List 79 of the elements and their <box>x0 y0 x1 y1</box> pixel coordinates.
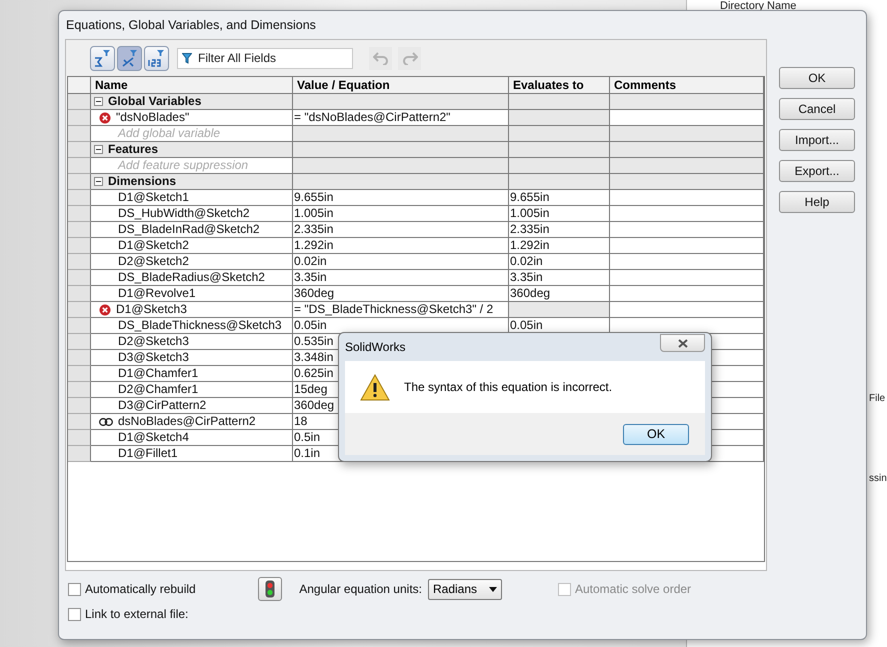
table-cell: 1.292in <box>509 238 610 254</box>
chain-link-icon <box>99 418 113 426</box>
table-cell: 9.655in <box>509 190 610 206</box>
view-filter-button[interactable] <box>144 46 169 70</box>
dialog-button[interactable]: Help <box>779 191 855 213</box>
dialog-button[interactable]: Import... <box>779 129 855 151</box>
table-cell: D1@Sketch1 <box>91 190 293 206</box>
auto-rebuild-checkbox[interactable]: Automatically rebuild <box>68 582 258 596</box>
caret-icon <box>489 586 497 592</box>
table-cell: D3@CirPattern2 <box>91 398 293 414</box>
collapse-icon[interactable] <box>94 177 103 186</box>
redo-icon <box>402 51 418 65</box>
rebuild-traffic-light-button[interactable] <box>258 577 282 601</box>
column-header: Evaluates to <box>509 77 610 94</box>
table-cell: 2.335in <box>293 222 509 238</box>
filter-icon <box>147 48 166 68</box>
table-cell: D2@Sketch3 <box>91 334 293 350</box>
table-cell: 360deg <box>509 286 610 302</box>
error-icon <box>99 304 111 316</box>
column-header: Name <box>91 77 293 94</box>
collapse-icon[interactable] <box>94 97 103 106</box>
table-cell: DS_BladeRadius@Sketch2 <box>91 270 293 286</box>
group-row-label[interactable]: Global Variables <box>91 94 293 110</box>
background-label: ssin <box>869 473 887 484</box>
view-filter-button[interactable] <box>117 46 142 70</box>
collapse-icon[interactable] <box>94 145 103 154</box>
group-row-label[interactable]: Dimensions <box>91 174 293 190</box>
table-cell: D1@Revolve1 <box>91 286 293 302</box>
table-cell: 1.005in <box>293 206 509 222</box>
filter-field[interactable]: Filter All Fields <box>177 48 353 68</box>
close-icon <box>678 338 688 348</box>
table-cell: D2@Sketch2 <box>91 254 293 270</box>
table-cell: 3.35in <box>509 270 610 286</box>
table-cell: D1@Chamfer1 <box>91 366 293 382</box>
ok-button[interactable]: OK <box>623 424 689 444</box>
table-cell: dsNoBlades@CirPattern2 <box>91 414 293 430</box>
group-row-label[interactable]: Features <box>91 142 293 158</box>
table-cell: 9.655in <box>293 190 509 206</box>
table-cell: 3.35in <box>293 270 509 286</box>
filter-placeholder: Filter All Fields <box>198 51 276 65</box>
table-cell: 0.02in <box>293 254 509 270</box>
table-cell: D1@Sketch3 <box>91 302 293 318</box>
table-cell: D2@Chamfer1 <box>91 382 293 398</box>
undo-icon <box>372 51 388 65</box>
error-icon <box>99 112 111 124</box>
view-filter-button[interactable] <box>90 46 115 70</box>
table-cell: D1@Fillet1 <box>91 446 293 462</box>
window-title: Equations, Global Variables, and Dimensions <box>65 17 317 34</box>
warning-icon <box>360 374 390 400</box>
table-cell: 1.292in <box>293 238 509 254</box>
table-cell: DS_BladeThickness@Sketch3 <box>91 318 293 334</box>
dialog-button[interactable]: OK <box>779 67 855 89</box>
angular-units-dropdown[interactable]: Radians <box>428 578 502 600</box>
table-cell: DS_HubWidth@Sketch2 <box>91 206 293 222</box>
background-label: File <box>869 393 886 404</box>
table-cell: D3@Sketch3 <box>91 350 293 366</box>
table-cell: 0.02in <box>509 254 610 270</box>
traffic-light-icon <box>265 580 275 598</box>
table-cell: "dsNoBlades" <box>91 110 293 126</box>
table-cell: 0.05in <box>293 318 509 334</box>
table-cell: D1@Sketch2 <box>91 238 293 254</box>
table-cell: = "DS_BladeThickness@Sketch3" / 2 <box>293 302 509 318</box>
column-header: Value / Equation <box>293 77 509 94</box>
filter-icon <box>93 48 112 68</box>
table-cell: 360deg <box>293 286 509 302</box>
table-cell: D1@Sketch4 <box>91 430 293 446</box>
table-cell: 1.005in <box>509 206 610 222</box>
dialog-button[interactable]: Cancel <box>779 98 855 120</box>
column-header: Comments <box>610 77 764 94</box>
dialog-button[interactable]: Export... <box>779 160 855 182</box>
close-button[interactable] <box>660 334 705 352</box>
table-cell: = "dsNoBlades@CirPattern2" <box>293 110 509 126</box>
link-file-checkbox[interactable]: Link to external file: <box>68 607 258 621</box>
angular-units-label: Angular equation units: <box>299 582 422 596</box>
column-header: Directory Name <box>720 0 796 12</box>
table-cell: DS_BladeInRad@Sketch2 <box>91 222 293 238</box>
filter-icon <box>182 52 192 64</box>
filter-icon <box>120 48 139 68</box>
table-cell: 2.335in <box>509 222 610 238</box>
